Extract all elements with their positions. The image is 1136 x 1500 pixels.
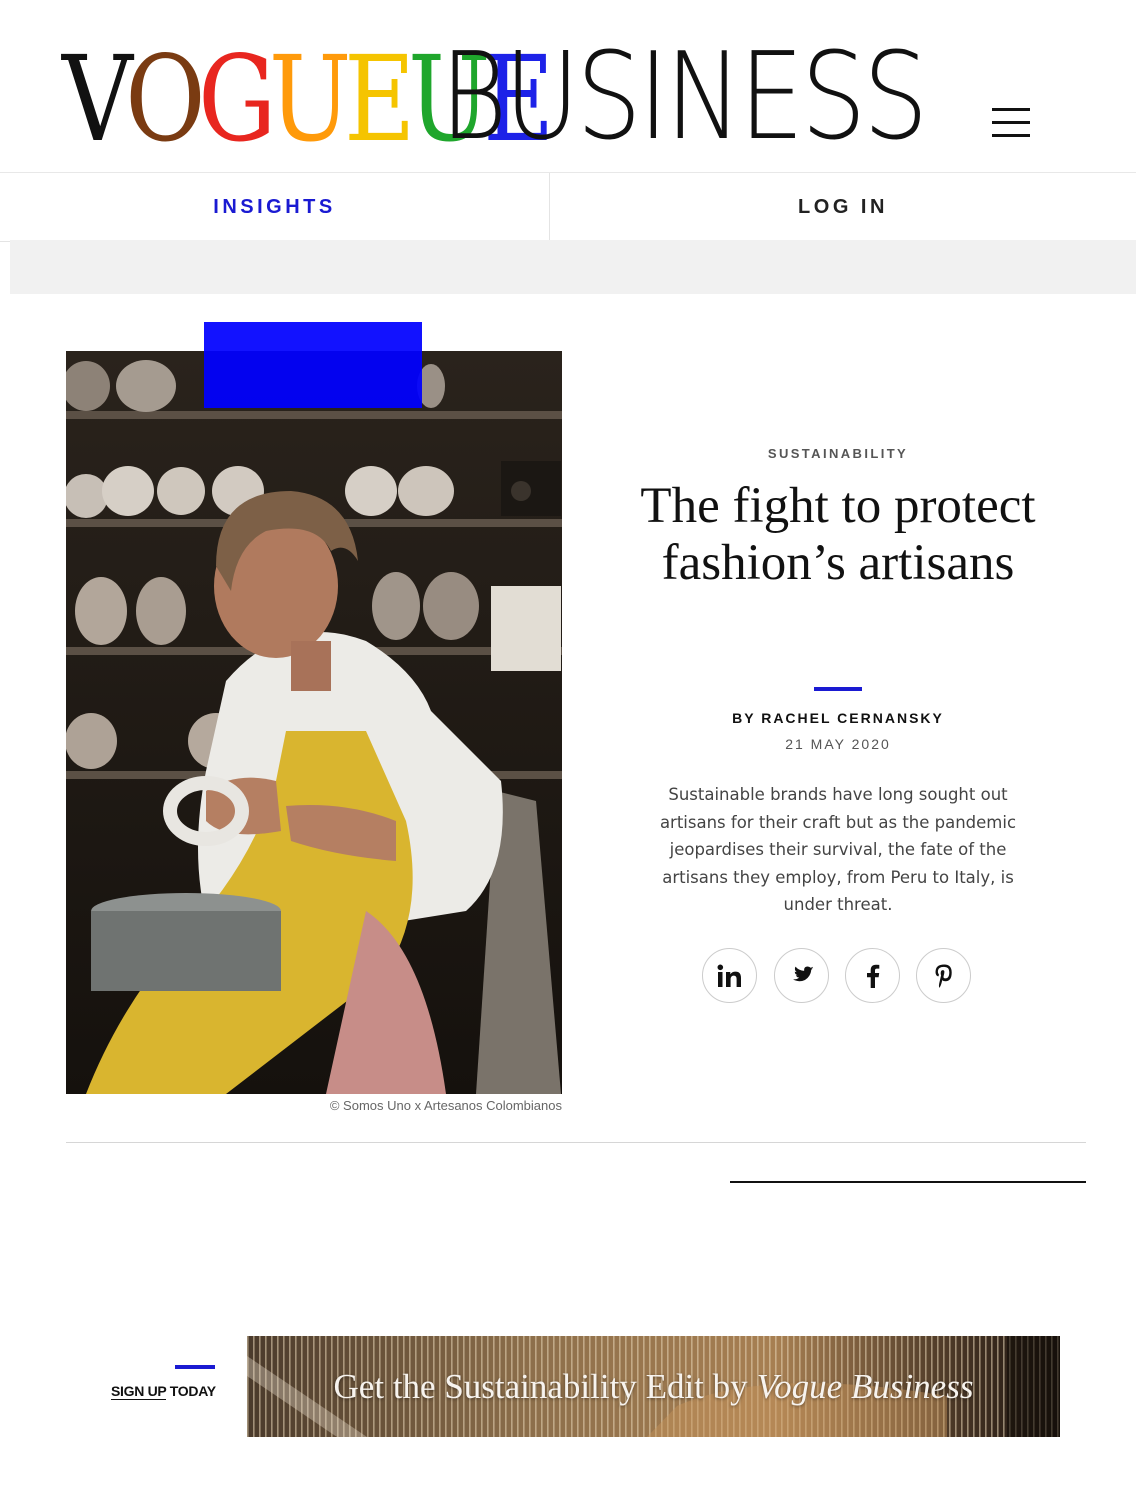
title-accent-rule [814, 687, 862, 691]
banner-text-brand: Vogue Business [756, 1366, 974, 1406]
signup-label-underlined: SIGN UP [111, 1383, 167, 1400]
logo-letter: G [198, 30, 276, 168]
business-wordmark: BUSINESS [440, 28, 928, 167]
signup-link[interactable]: SIGN UP TODAY [111, 1383, 216, 1400]
vogue-business-logo[interactable]: V O G U E U E BUSINESS [62, 38, 928, 159]
signup-accent-rule [175, 1365, 215, 1369]
linkedin-icon [717, 964, 741, 987]
twitter-icon [792, 966, 814, 981]
signup-label-rest: TODAY [166, 1383, 216, 1399]
share-buttons [702, 948, 974, 1006]
section-divider [66, 1142, 1086, 1143]
logo-letter: E [343, 30, 416, 168]
article-hero-image [66, 351, 562, 1094]
share-facebook-button[interactable] [845, 948, 900, 1003]
banner-text-main: Get the Sustainability Edit by [333, 1366, 748, 1406]
share-linkedin-button[interactable] [702, 948, 757, 1003]
logo-letter: V [62, 30, 133, 168]
article-dek: Sustainable brands have long sought out … [659, 785, 1017, 914]
banner-text: Get the Sustainability Edit by Vogue Busi… [247, 1336, 1060, 1437]
nav-login-link[interactable]: LOG IN [550, 173, 1136, 241]
image-credit: © Somos Uno x Artesanos Colombianos [329, 1098, 562, 1113]
article-title: The fight to protect fashion’s artisans [640, 478, 1036, 591]
section-divider-dark [730, 1181, 1086, 1183]
nav-insights-link[interactable]: INSIGHTS [0, 173, 550, 241]
logo-letter: O [125, 30, 205, 168]
article-byline[interactable]: BY RACHEL CERNANSKY [620, 710, 1056, 726]
ad-placeholder [10, 240, 1136, 294]
newsletter-banner[interactable]: Get the Sustainability Edit by Vogue Busi… [247, 1336, 1060, 1437]
logo-letter: U [268, 30, 352, 168]
facebook-icon [866, 964, 879, 988]
article-category[interactable]: SUSTAINABILITY [620, 446, 1056, 461]
pinterest-icon [935, 964, 952, 988]
hamburger-menu-icon[interactable] [992, 108, 1032, 138]
article-date: 21 MAY 2020 [785, 736, 891, 752]
top-nav: INSIGHTS LOG IN [0, 172, 1136, 242]
blue-accent-overlay [204, 322, 422, 408]
artisan-photo [66, 351, 562, 1094]
share-pinterest-button[interactable] [916, 948, 971, 1003]
share-twitter-button[interactable] [774, 948, 829, 1003]
